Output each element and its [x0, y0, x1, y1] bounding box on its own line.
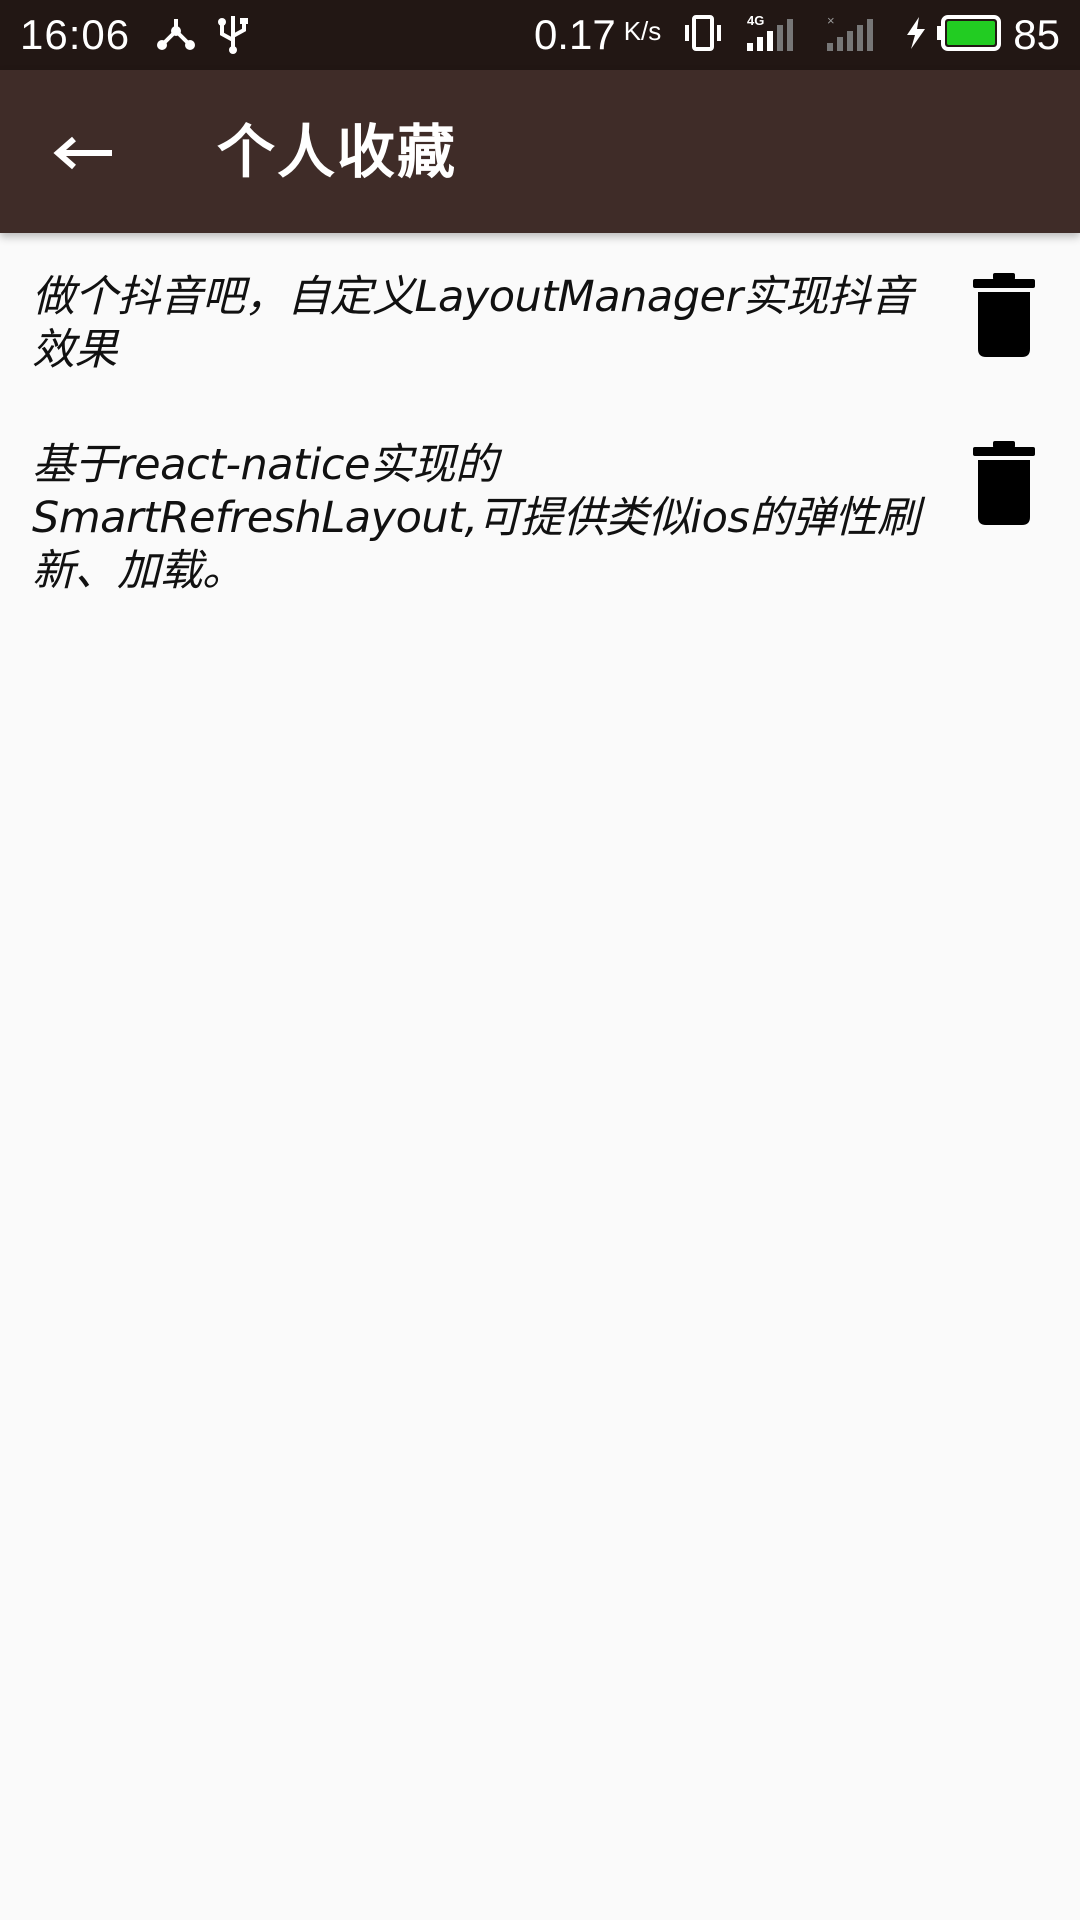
trash-icon	[971, 273, 1037, 361]
back-button[interactable]	[38, 110, 128, 200]
favorites-list: 做个抖音吧，自定义LayoutManager实现抖音效果 基于react-nat…	[0, 233, 1080, 596]
back-arrow-icon	[52, 133, 114, 177]
favorite-title[interactable]: 做个抖音吧，自定义LayoutManager实现抖音效果	[32, 271, 930, 377]
trash-icon	[971, 441, 1037, 529]
status-time: 16:06	[20, 11, 131, 58]
svg-text:×: ×	[827, 13, 835, 28]
usb-icon	[218, 12, 249, 59]
delete-button[interactable]	[968, 273, 1040, 363]
page-title: 个人收藏	[217, 118, 458, 186]
delete-button[interactable]	[968, 441, 1040, 531]
battery-level: 85	[1013, 11, 1060, 58]
app-bar: 个人收藏	[0, 70, 1080, 233]
vibrate-icon	[683, 13, 723, 58]
status-left: 16:06	[20, 11, 270, 59]
charging-icon	[905, 15, 927, 56]
signal-4g-icon: 4G	[745, 13, 803, 58]
net-speed: 0.17	[533, 11, 616, 58]
share-icon	[156, 15, 196, 56]
favorite-title[interactable]: 基于react-natice实现的SmartRefreshLayout,可提供类…	[32, 439, 930, 598]
svg-text:4G: 4G	[747, 13, 764, 28]
battery-icon	[937, 14, 1003, 56]
status-bar: 16:06 0.17 K/s 4G × 85	[0, 0, 1080, 70]
net-speed-unit: K/s	[623, 15, 662, 46]
status-right: 0.17 K/s 4G × 85	[534, 11, 1060, 59]
list-item[interactable]: 做个抖音吧，自定义LayoutManager实现抖音效果	[0, 233, 1080, 401]
signal-no-sim-icon: ×	[825, 13, 883, 58]
list-item[interactable]: 基于react-natice实现的SmartRefreshLayout,可提供类…	[0, 401, 1080, 596]
